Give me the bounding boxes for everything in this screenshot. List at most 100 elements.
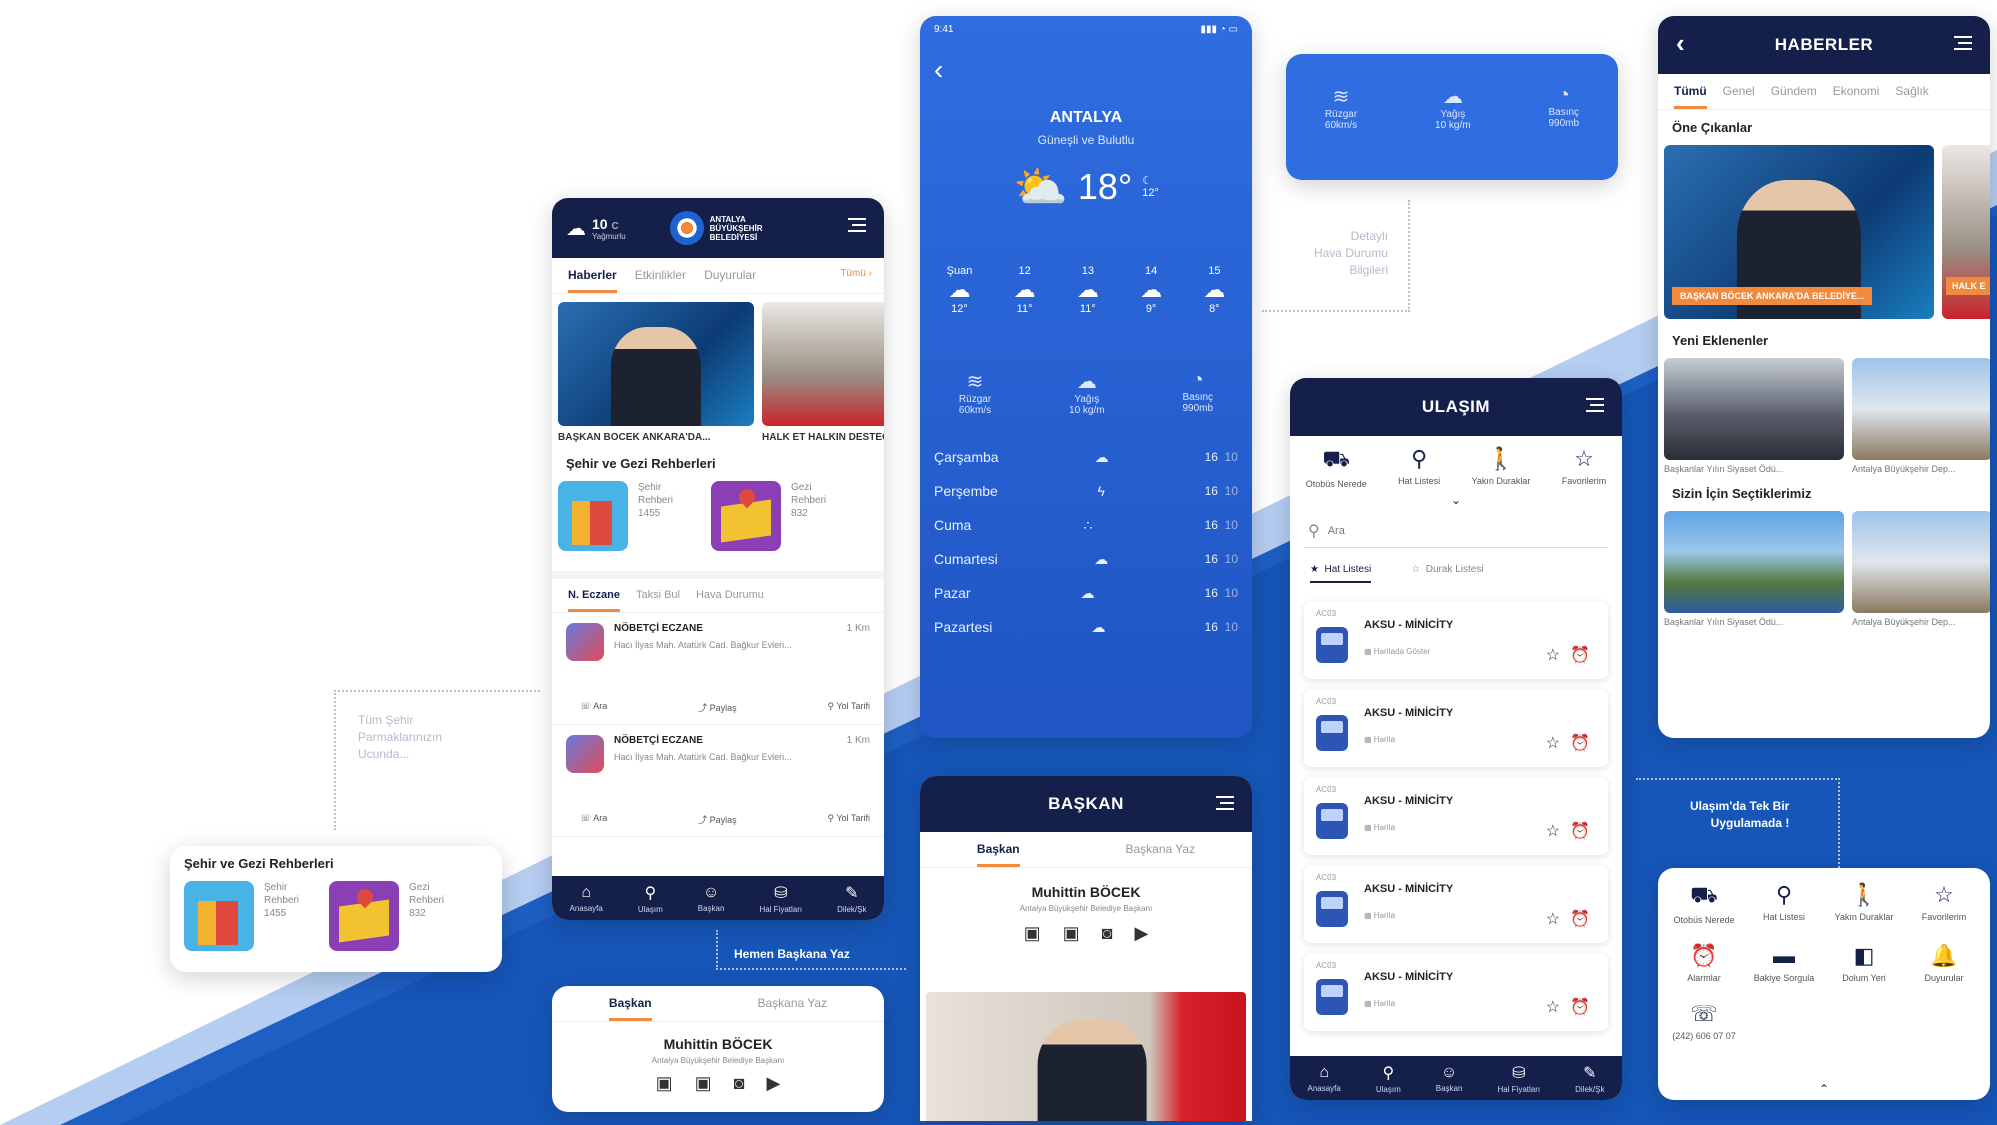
star-icon[interactable]: ☆ <box>1546 645 1560 665</box>
news-item[interactable]: Başkanlar Yılın Siyaset Ödü... <box>1664 511 1844 627</box>
directions-button[interactable]: ⚲ Yol Tarifi <box>828 813 870 826</box>
news-item[interactable]: HALK ET HALKIN DESTEĞ <box>762 302 884 443</box>
guide-travel[interactable]: Gezi Rehberi 832 <box>711 481 826 565</box>
call-button[interactable]: ☏ Ara <box>580 813 607 826</box>
nav-home[interactable]: ⌂ Anasayfa <box>570 884 603 913</box>
tab-write-mayor[interactable]: Başkana Yaz <box>757 996 827 1021</box>
bus-where-button[interactable]: ⛟ Otobüs Nerede <box>1664 882 1744 925</box>
nav-market[interactable]: ⛁ Hal Fiyatları <box>1497 1063 1540 1094</box>
chevron-up-icon[interactable]: ⌃ <box>1658 1082 1990 1096</box>
alarms-button[interactable]: ⏰ Alarmlar <box>1664 943 1744 983</box>
alarm-icon[interactable]: ⏰ <box>1570 821 1590 841</box>
line-item[interactable]: AC03 AKSU - MİNİCİTY ▦ Harita ☆ ⏰ <box>1304 953 1608 1031</box>
menu-icon[interactable] <box>1216 796 1234 810</box>
guide-city[interactable]: Şehir Rehberi 1455 <box>184 881 299 951</box>
tab-mayor[interactable]: Başkan <box>976 842 1020 867</box>
alarm-icon[interactable]: ⏰ <box>1570 645 1590 665</box>
back-icon[interactable]: ‹ <box>1676 30 1685 56</box>
star-icon[interactable]: ☆ <box>1546 909 1560 929</box>
favorites-button[interactable]: ☆ Favorilerim <box>1904 882 1984 925</box>
guide-travel[interactable]: Gezi Rehberi 832 <box>329 881 444 951</box>
balance-button[interactable]: ▬ Bakiye Sorgula <box>1744 943 1824 983</box>
tab-economy[interactable]: Ekonomi <box>1833 84 1880 109</box>
picks-title: Sizin İçin Seçtiklerimiz <box>1672 486 1812 501</box>
tab-events[interactable]: Etkinlikler <box>635 268 686 293</box>
line-item[interactable]: AC03 AKSU - MİNİCİTY ▦ Harita ☆ ⏰ <box>1304 689 1608 767</box>
tab-mayor[interactable]: Başkan <box>608 996 652 1021</box>
share-button[interactable]: ⤴ Paylaş <box>698 701 737 714</box>
back-icon[interactable]: ‹ <box>934 54 943 86</box>
nav-mayor[interactable]: ☺ Başkan <box>1436 1064 1463 1093</box>
twitter-icon[interactable]: ▣ <box>695 1073 712 1094</box>
tab-line-list[interactable]: ★ Hat Listesi <box>1310 564 1372 583</box>
nav-mayor[interactable]: ☺ Başkan <box>698 884 725 913</box>
topup-button[interactable]: ◧ Dolum Yeri <box>1824 943 1904 983</box>
line-item[interactable]: AC03 AKSU - MİNİCİTY ▦ Harita ☆ ⏰ <box>1304 865 1608 943</box>
tab-weather[interactable]: Hava Durumu <box>696 589 764 612</box>
nearby-stops-button[interactable]: 🚶 Yakın Duraklar <box>1472 446 1531 489</box>
wind-icon: ≋ <box>1332 86 1350 108</box>
call-button[interactable]: ☏ Ara <box>580 701 607 714</box>
youtube-icon[interactable]: ▶ <box>767 1073 781 1094</box>
tab-write-mayor[interactable]: Başkana Yaz <box>1125 842 1195 867</box>
line-item[interactable]: AC03 AKSU - MİNİCİTY ▦ Harita ☆ ⏰ <box>1304 777 1608 855</box>
news-item[interactable]: Antalya Büyükşehir Dep... <box>1852 511 1990 627</box>
search-input[interactable] <box>1327 525 1604 537</box>
news-item[interactable]: BAŞKAN BÖCEK ANKARA'DA... <box>558 302 754 443</box>
featured-news[interactable]: HALK E <box>1942 145 1990 319</box>
featured-news[interactable]: BAŞKAN BÖCEK ANKARA'DA BELEDİYE... <box>1664 145 1934 319</box>
tab-agenda[interactable]: Gündem <box>1771 84 1817 109</box>
tab-general[interactable]: Genel <box>1723 84 1755 109</box>
nearby-stops-button[interactable]: 🚶 Yakın Duraklar <box>1824 882 1904 925</box>
favorites-button[interactable]: ☆ Favorilerim <box>1562 446 1607 489</box>
tab-health[interactable]: Sağlık <box>1895 84 1928 109</box>
tab-news[interactable]: Haberler <box>568 268 617 293</box>
tab-stop-list[interactable]: ☆ Durak Listesi <box>1411 564 1483 583</box>
twitter-icon[interactable]: ▣ <box>1063 923 1080 944</box>
line-list-button[interactable]: ⚲ Hat Listesi <box>1398 446 1440 489</box>
star-icon[interactable]: ☆ <box>1546 997 1560 1017</box>
see-all-link[interactable]: Tümü › <box>840 268 872 287</box>
nav-feedback[interactable]: ✎ Dilek/Şk <box>1575 1063 1604 1094</box>
share-button[interactable]: ⤴ Paylaş <box>698 813 737 826</box>
nav-transport[interactable]: ⚲ Ulaşım <box>1376 1063 1401 1094</box>
news-item[interactable]: Antalya Büyükşehir Dep... <box>1852 358 1990 474</box>
alarm-icon[interactable]: ⏰ <box>1570 909 1590 929</box>
alarm-icon[interactable]: ⏰ <box>1570 733 1590 753</box>
instagram-icon[interactable]: ◙ <box>1102 923 1113 944</box>
search-bar[interactable]: ⚲ <box>1304 515 1608 548</box>
announcements-button[interactable]: 🔔 Duyurular <box>1904 943 1984 983</box>
nav-transport[interactable]: ⚲ Ulaşım <box>638 883 663 914</box>
nav-home[interactable]: ⌂ Anasayfa <box>1308 1064 1341 1093</box>
menu-icon[interactable] <box>1586 398 1604 412</box>
mayor-photo <box>926 992 1246 1121</box>
pharmacy-item[interactable]: NÖBETÇİ ECZANE 1 Km Hacı İlyas Mah. Atatü… <box>552 725 884 837</box>
nav-feedback[interactable]: ✎ Dilek/Şk <box>837 883 866 914</box>
star-icon[interactable]: ☆ <box>1546 733 1560 753</box>
line-list-button[interactable]: ⚲ Hat Listesi <box>1744 882 1824 925</box>
mayor-tabs: Başkan Başkana Yaz <box>920 832 1252 868</box>
alarm-icon[interactable]: ⏰ <box>1570 997 1590 1017</box>
call-center-button[interactable]: ☏ (242) 606 07 07 <box>1664 1001 1744 1041</box>
facebook-icon[interactable]: ▣ <box>656 1073 673 1094</box>
instagram-icon[interactable]: ◙ <box>734 1073 745 1094</box>
tab-taxi[interactable]: Taksi Bul <box>636 589 680 612</box>
line-item[interactable]: AC03 AKSU - MİNİCİTY ▦ Haritada Göster ☆ ⏰ <box>1304 601 1608 679</box>
directions-button[interactable]: ⚲ Yol Tarifi <box>828 701 870 714</box>
chevron-down-icon[interactable]: ⌄ <box>1290 493 1622 507</box>
tab-announcements[interactable]: Duyurular <box>704 268 756 293</box>
nav-market[interactable]: ⛁ Hal Fiyatları <box>759 883 802 914</box>
tab-all[interactable]: Tümü <box>1674 84 1707 109</box>
facebook-icon[interactable]: ▣ <box>1024 923 1041 944</box>
news-item[interactable]: Başkanlar Yılın Siyaset Ödü... <box>1664 358 1844 474</box>
bus-where-button[interactable]: ⛟ Otobüs Nerede <box>1306 446 1367 489</box>
guide-city[interactable]: Şehir Rehberi 1455 <box>558 481 673 565</box>
youtube-icon[interactable]: ▶ <box>1135 923 1149 944</box>
weather-widget[interactable]: ☁ 10 C Yağmurlu <box>566 216 626 241</box>
star-icon[interactable]: ☆ <box>1546 821 1560 841</box>
mayor-name: Muhittin BÖCEK <box>663 1036 773 1052</box>
pharmacy-item[interactable]: NÖBETÇİ ECZANE 1 Km Hacı İlyas Mah. Atatü… <box>552 613 884 725</box>
tab-pharmacy[interactable]: N. Eczane <box>568 589 620 612</box>
menu-icon[interactable] <box>1954 36 1972 50</box>
menu-icon[interactable] <box>848 218 866 232</box>
